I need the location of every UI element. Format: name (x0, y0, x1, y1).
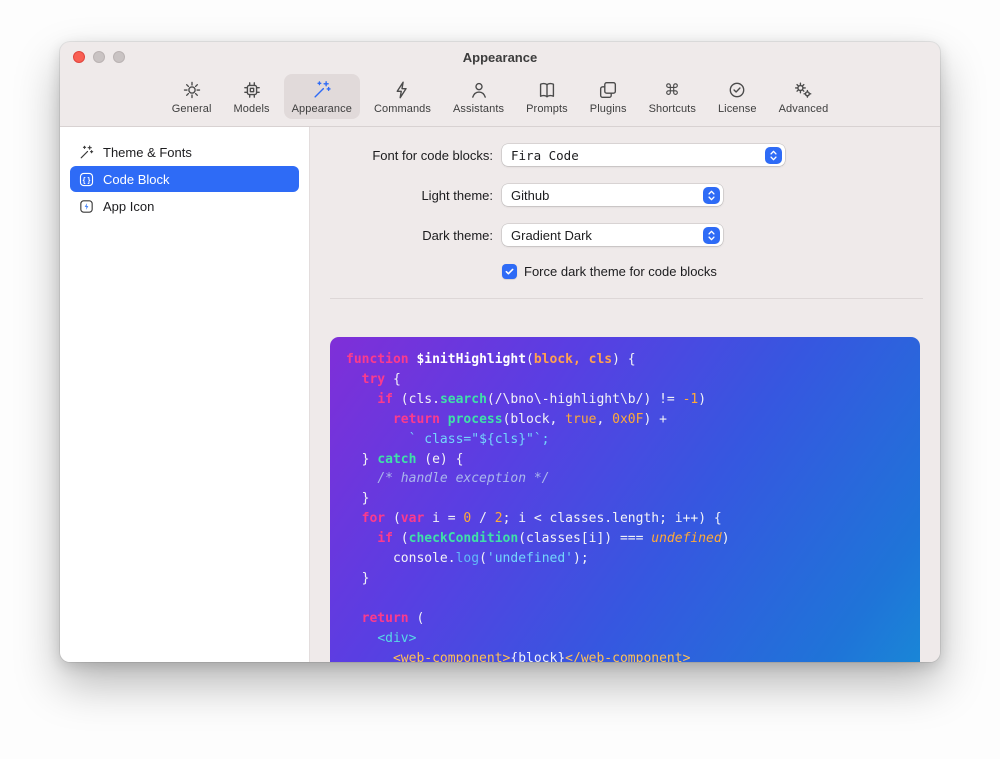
toolbar-item-plugins[interactable]: Plugins (582, 74, 635, 119)
zoom-button[interactable] (113, 51, 125, 63)
code-preview: function $initHighlight(block, cls) { tr… (330, 337, 920, 662)
svg-text:{ }: { } (83, 175, 91, 184)
cpu-icon (241, 79, 263, 101)
minimize-button[interactable] (93, 51, 105, 63)
code-line: if (cls.search(/\bno\-highlight\b/) != -… (377, 391, 707, 407)
sidebar-item-theme-fonts[interactable]: Theme & Fonts (70, 139, 299, 165)
toolbar-item-label: Advanced (778, 103, 829, 115)
app-bolt-icon (78, 198, 95, 215)
dark-theme-label: Dark theme: (422, 227, 493, 243)
toolbar-item-label: Shortcuts (648, 103, 696, 115)
toolbar-item-label: Models (233, 103, 270, 115)
code-line: console.log('undefined'); (392, 551, 589, 567)
main-panel: Font for code blocks: Fira Code Light th… (310, 127, 940, 662)
seal-check-icon (726, 79, 748, 101)
toolbar-item-commands[interactable]: Commands (366, 74, 439, 119)
pages-icon (597, 79, 619, 101)
book-icon (536, 79, 558, 101)
code-line: } (346, 570, 370, 586)
light-theme-label: Light theme: (421, 187, 493, 203)
dropdown-stepper-icon (765, 146, 782, 164)
sidebar-item-label: Code Block (103, 171, 170, 187)
gears-icon (792, 79, 814, 101)
wand-sparkles-icon (311, 79, 333, 101)
code-line: if (checkCondition(classes[i]) === undef… (377, 531, 730, 547)
svg-text:⌘: ⌘ (664, 82, 680, 99)
font-dropdown-value: Fira Code (511, 147, 579, 163)
dropdown-stepper-icon (703, 186, 720, 204)
toolbar-item-general[interactable]: General (164, 74, 220, 119)
code-line: <div> (377, 630, 417, 646)
person-icon (468, 79, 490, 101)
toolbar-item-label: Assistants (452, 103, 505, 115)
code-line: for (var i = 0 / 2; i < classes.length; … (361, 511, 722, 527)
font-row: Font for code blocks: Fira Code (330, 144, 923, 166)
sidebar: Theme & Fonts { } Code Block App Icon (60, 127, 310, 662)
close-button[interactable] (73, 51, 85, 63)
code-line: try { (361, 371, 401, 387)
toolbar: General Models Appearance Commands Assistant… (60, 72, 940, 127)
toolbar-item-advanced[interactable]: Advanced (771, 74, 837, 119)
toolbar-item-label: Prompts (526, 103, 568, 115)
traffic-lights (73, 51, 125, 63)
code-line: return ( (361, 610, 425, 626)
font-label: Font for code blocks: (372, 147, 493, 163)
force-dark-label: Force dark theme for code blocks (524, 264, 717, 279)
command-icon: ⌘ (661, 79, 683, 101)
toolbar-item-prompts[interactable]: Prompts (518, 74, 576, 119)
window-body: Theme & Fonts { } Code Block App Icon Font … (60, 127, 940, 662)
font-dropdown[interactable]: Fira Code (502, 144, 785, 166)
settings-window: Appearance General Models Appearance Comman… (60, 42, 940, 662)
code-line: /* handle exception */ (377, 471, 550, 487)
sidebar-item-code-block[interactable]: { } Code Block (70, 166, 299, 192)
code-line: function $initHighlight(block, cls) { (346, 352, 636, 367)
toolbar-item-label: License (717, 103, 757, 115)
sidebar-item-label: Theme & Fonts (103, 144, 192, 160)
light-theme-dropdown[interactable]: Github (502, 184, 723, 206)
toolbar-item-label: General (171, 103, 212, 115)
gear-icon (181, 79, 203, 101)
sparkle-wand-icon (78, 144, 95, 161)
toolbar-item-label: Plugins (589, 103, 627, 115)
toolbar-item-label: Commands (373, 103, 431, 115)
code-line: ` class="${cls}"`; (408, 431, 550, 447)
force-dark-checkbox-row[interactable]: Force dark theme for code blocks (502, 264, 923, 279)
desktop: Appearance General Models Appearance Comman… (0, 0, 1000, 759)
toolbar-item-models[interactable]: Models (226, 74, 278, 119)
dark-theme-row: Dark theme: Gradient Dark (330, 224, 923, 246)
sidebar-item-label: App Icon (103, 198, 155, 214)
light-theme-dropdown-value: Github (511, 187, 550, 203)
code-line: <web-component>{block}</web-component> (392, 650, 691, 662)
code-line: } (346, 491, 370, 507)
window-title: Appearance (462, 50, 538, 65)
dark-theme-dropdown[interactable]: Gradient Dark (502, 224, 723, 246)
toolbar-item-shortcuts[interactable]: ⌘ Shortcuts (641, 74, 704, 119)
code-line: } catch (e) { (346, 451, 464, 467)
dark-theme-dropdown-value: Gradient Dark (511, 227, 592, 243)
toolbar-item-label: Appearance (291, 103, 352, 115)
toolbar-item-appearance[interactable]: Appearance (283, 74, 360, 119)
sidebar-item-app-icon[interactable]: App Icon (70, 193, 299, 219)
code-line: return process(block, true, 0x0F) + (392, 411, 667, 427)
light-theme-row: Light theme: Github (330, 184, 923, 206)
bolt-icon (391, 79, 413, 101)
toolbar-item-license[interactable]: License (710, 74, 765, 119)
dropdown-stepper-icon (703, 226, 720, 244)
section-divider (330, 298, 923, 299)
titlebar: Appearance (60, 42, 940, 72)
toolbar-item-assistants[interactable]: Assistants (445, 74, 512, 119)
curly-braces-icon: { } (78, 171, 95, 188)
checkbox-checked-icon[interactable] (502, 264, 517, 279)
